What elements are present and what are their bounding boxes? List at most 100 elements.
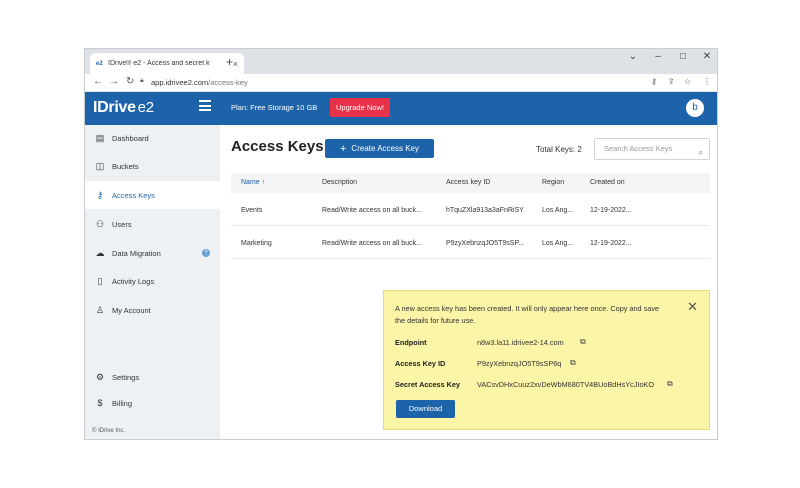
total-keys: Total Keys: 2: [536, 145, 582, 154]
sidebar-item-label: Settings: [112, 372, 140, 382]
page-title: Access Keys: [231, 138, 324, 155]
column-header-region: Region: [542, 179, 565, 186]
reload-icon[interactable]: ↻: [126, 76, 134, 87]
sidebar-item-label: Data Migration: [112, 248, 161, 258]
sidebar-item-label: Users: [112, 219, 132, 229]
sidebar: ▤ Dashboard ◫ Buckets ⚷ Access Keys ⚇ Us…: [85, 125, 220, 439]
maximize-button[interactable]: □: [676, 51, 690, 62]
search-input[interactable]: Search Access Keys ⌕: [594, 138, 710, 160]
menu-dots-icon[interactable]: ⋮: [703, 77, 711, 86]
create-button-label: Create Access Key: [351, 144, 420, 153]
column-header-access-key-id: Access key ID: [446, 179, 491, 186]
create-access-key-button[interactable]: + Create Access Key: [325, 139, 434, 158]
cell-name: Marketing: [241, 240, 272, 247]
sidebar-item-data-migration[interactable]: ☁ Data Migration ?: [85, 240, 220, 266]
cell-access-key-id: P9zyXebnzqJO5T9sSP...: [446, 240, 525, 247]
bookmark-star-icon[interactable]: ☆: [684, 77, 691, 86]
dollar-icon: $: [97, 398, 103, 408]
cell-region: Los Ang...: [542, 207, 574, 214]
bucket-icon: ◫: [95, 160, 105, 171]
browser-window: e2 IDrive® e2 - Access and secret k × + …: [84, 48, 718, 440]
copy-access-key-id-icon[interactable]: ⧉: [570, 358, 576, 368]
table-row[interactable]: Events Read/Write access on all buck... …: [231, 194, 710, 226]
sidebar-item-users[interactable]: ⚇ Users: [85, 211, 220, 237]
lock-icon: 🔒︎: [140, 77, 144, 84]
tab-close-icon[interactable]: ×: [233, 59, 238, 69]
sidebar-item-buckets[interactable]: ◫ Buckets: [85, 153, 220, 179]
cell-description: Read/Write access on all buck...: [322, 240, 422, 247]
logo-text: IDrive: [93, 99, 136, 116]
sidebar-item-label: Access Keys: [112, 190, 155, 200]
address-bar: ← → ↻ 🔒︎ app.idrivee2.com/access-key ⚷ ⇪…: [85, 74, 717, 92]
forward-arrow-icon[interactable]: →: [109, 76, 119, 87]
column-header-description: Description: [322, 179, 358, 186]
avatar[interactable]: b: [686, 99, 704, 117]
secret-access-key-label: Secret Access Key: [395, 380, 461, 389]
cell-created-on: 12-19-2022...: [590, 240, 632, 247]
endpoint-label: Endpoint: [395, 338, 427, 347]
tab-title: IDrive® e2 - Access and secret k: [108, 60, 210, 67]
column-header-name[interactable]: Name ↑: [241, 179, 265, 186]
cell-region: Los Ang...: [542, 240, 574, 247]
hamburger-menu-icon[interactable]: [199, 100, 211, 112]
column-header-created-on: Created on: [590, 179, 625, 186]
cell-name: Events: [241, 207, 263, 214]
users-icon: ⚇: [95, 218, 105, 229]
cell-access-key-id: hTquZXla913a3aFnRiSY: [446, 207, 524, 214]
secret-access-key-value: VACsvDHxCuuz2xvDeWbM680TV4BUoBdHsYcJIoKO: [477, 380, 655, 389]
back-arrow-icon[interactable]: ←: [93, 76, 103, 87]
upgrade-now-button[interactable]: Upgrade Now!: [330, 98, 390, 117]
copy-secret-key-icon[interactable]: ⧉: [667, 379, 673, 389]
app-header: IDrive e2 Plan: Free Storage 10 GB Upgrad…: [85, 92, 717, 125]
search-placeholder: Search Access Keys: [604, 144, 673, 153]
sidebar-item-dashboard[interactable]: ▤ Dashboard: [85, 125, 220, 151]
search-icon[interactable]: ⌕: [699, 143, 703, 163]
plan-text: Plan: Free Storage 10 GB: [231, 103, 318, 112]
sidebar-item-label: My Account: [112, 305, 151, 315]
access-key-id-label: Access Key ID: [395, 359, 446, 368]
new-tab-button[interactable]: +: [226, 55, 233, 69]
log-icon: ▯: [97, 275, 103, 286]
column-header-label: Name: [241, 179, 260, 186]
sidebar-item-billing[interactable]: $ Billing: [85, 390, 220, 416]
sort-up-arrow-icon: ↑: [261, 179, 266, 186]
sidebar-item-my-account[interactable]: ♙ My Account: [85, 297, 220, 323]
plus-icon: +: [339, 142, 347, 155]
url-field[interactable]: app.idrivee2.com/access-key: [151, 78, 248, 87]
copy-endpoint-icon[interactable]: ⧉: [580, 337, 586, 347]
sidebar-item-label: Dashboard: [112, 133, 149, 143]
cell-created-on: 12-19-2022...: [590, 207, 632, 214]
sidebar-item-label: Buckets: [112, 161, 139, 171]
close-window-button[interactable]: ✕: [700, 51, 714, 62]
gear-icon: ⚙: [95, 371, 105, 382]
key-icon[interactable]: ⚷: [651, 77, 657, 86]
cloud-icon: ☁: [95, 247, 105, 258]
browser-tab[interactable]: e2 IDrive® e2 - Access and secret k ×: [90, 53, 244, 74]
sidebar-item-access-keys[interactable]: ⚷ Access Keys: [85, 181, 220, 209]
tab-strip: e2 IDrive® e2 - Access and secret k × + …: [85, 49, 717, 74]
logo-suffix: e2: [137, 99, 154, 116]
share-icon[interactable]: ⇪: [668, 77, 675, 86]
close-icon[interactable]: ✕: [687, 299, 698, 315]
idrive-favicon-icon: e2: [96, 60, 103, 67]
cell-description: Read/Write access on all buck...: [322, 207, 422, 214]
table-header: Name ↑ Description Access key ID Region …: [231, 173, 710, 193]
sidebar-item-settings[interactable]: ⚙ Settings: [85, 364, 220, 390]
new-key-notice: A new access key has been created. It wi…: [383, 290, 710, 430]
table-row[interactable]: Marketing Read/Write access on all buck.…: [231, 227, 710, 259]
sidebar-item-label: Billing: [112, 398, 133, 408]
endpoint-value: n8w3.la11.idrivee2-14.com: [477, 338, 564, 347]
sidebar-item-activity-logs[interactable]: ▯ Activity Logs: [85, 268, 220, 294]
user-icon: ♙: [95, 304, 105, 315]
dashboard-icon: ▤: [95, 132, 105, 143]
tab-search-dropdown-icon[interactable]: ⌄: [626, 51, 640, 62]
sidebar-item-label: Activity Logs: [112, 276, 155, 286]
access-key-id-value: P9zyXebnzqJO5T9sSP6q: [477, 359, 562, 368]
copyright: © IDrive Inc.: [92, 428, 126, 434]
help-icon[interactable]: ?: [202, 249, 210, 257]
idrive-e2-logo[interactable]: IDrive e2: [93, 99, 154, 117]
download-button[interactable]: Download: [396, 400, 455, 418]
url-path: /access-key: [208, 78, 248, 87]
minimize-button[interactable]: –: [651, 51, 665, 62]
url-host: app.idrivee2.com: [151, 78, 209, 87]
